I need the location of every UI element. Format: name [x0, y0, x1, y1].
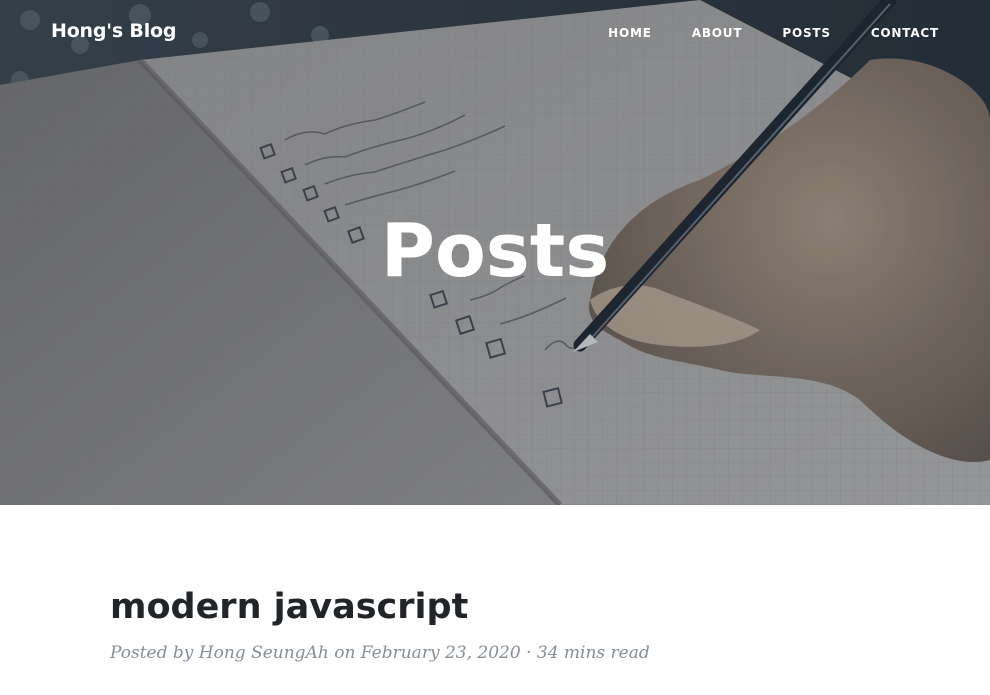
- nav-link-about[interactable]: ABOUT: [692, 26, 743, 40]
- nav-item-contact: CONTACT: [871, 26, 939, 40]
- nav-item-about: ABOUT: [692, 26, 783, 40]
- nav-link-home[interactable]: HOME: [608, 26, 652, 40]
- post-meta-on: on: [334, 643, 356, 663]
- nav-link-posts[interactable]: POSTS: [782, 26, 830, 40]
- page-title: Posts: [380, 208, 610, 294]
- nav-item-posts: POSTS: [782, 26, 870, 40]
- post-meta-prefix: Posted by: [110, 643, 194, 663]
- post-title-link[interactable]: modern javascript: [110, 582, 890, 632]
- brand-link[interactable]: Hong's Blog: [51, 20, 176, 42]
- page: Hong's Blog HOME ABOUT POSTS CONTACT Pos…: [0, 0, 990, 695]
- post-meta: Posted by Hong SeungAh on February 23, 2…: [110, 640, 890, 666]
- hero-header: Hong's Blog HOME ABOUT POSTS CONTACT Pos…: [0, 0, 990, 505]
- post-preview: modern javascript Posted by Hong SeungAh…: [110, 582, 890, 666]
- post-author-link[interactable]: Hong SeungAh: [199, 643, 329, 663]
- nav-item-home: HOME: [608, 26, 692, 40]
- post-meta-separator: ·: [526, 643, 532, 663]
- main-navbar: Hong's Blog HOME ABOUT POSTS CONTACT: [0, 0, 990, 68]
- nav-link-contact[interactable]: CONTACT: [871, 26, 939, 40]
- post-date: February 23, 2020: [360, 643, 521, 663]
- nav-links: HOME ABOUT POSTS CONTACT: [608, 26, 939, 40]
- post-read-time: 34 mins read: [536, 643, 650, 663]
